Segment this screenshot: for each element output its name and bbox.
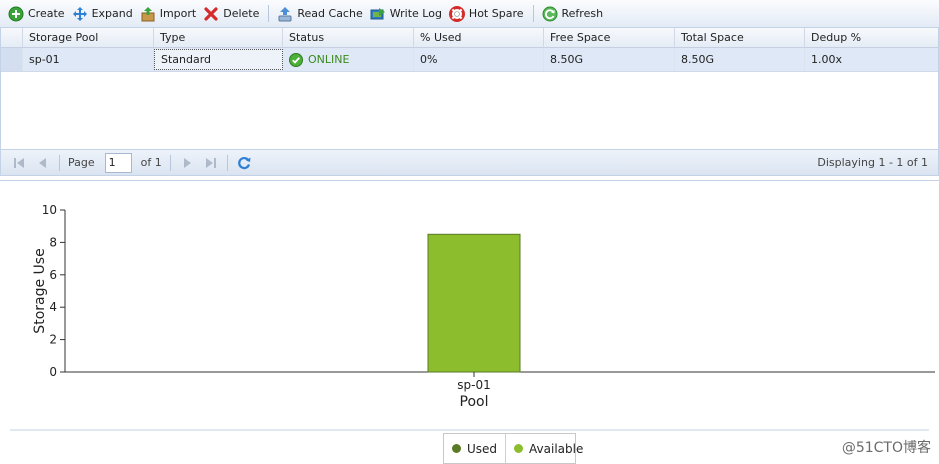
y-tick-label: 2: [49, 333, 57, 347]
page-count-label: of 1: [140, 156, 162, 169]
row-selector-header: [1, 28, 23, 47]
refresh-icon: [542, 6, 557, 21]
table-row[interactable]: sp-01 Standard ONLINE 0% 8.50G 8.50G 1.0…: [1, 48, 938, 72]
previous-page-icon[interactable]: [35, 155, 51, 171]
cell-status: ONLINE: [283, 48, 414, 71]
refresh-button[interactable]: Refresh: [540, 3, 609, 25]
row-selector[interactable]: [1, 48, 23, 71]
first-page-icon[interactable]: [11, 155, 27, 171]
y-axis-title: Storage Use: [32, 248, 48, 333]
pager-separator: [169, 154, 171, 171]
next-page-icon[interactable]: [179, 155, 195, 171]
delete-x-icon: [204, 6, 218, 21]
paging-display-text: Displaying 1 - 1 of 1: [817, 156, 928, 169]
import-label: Import: [159, 7, 197, 20]
import-button[interactable]: Import: [138, 3, 202, 25]
page-number-input[interactable]: [104, 152, 132, 173]
legend-item-available[interactable]: Available: [506, 434, 591, 463]
delete-label: Delete: [223, 7, 260, 20]
legend-dot-available: [514, 444, 524, 453]
watermark: @51CTO博客: [841, 440, 931, 456]
write-log-label: Write Log: [389, 7, 442, 20]
column-header-total-space[interactable]: Total Space: [675, 28, 805, 47]
add-circle-icon: [8, 6, 24, 21]
cell-dedup: 1.00x: [811, 53, 843, 66]
bar-available: [427, 233, 521, 373]
y-tick-label: 6: [49, 268, 57, 282]
y-tick-label: 0: [49, 365, 57, 379]
x-tick-label: sp-01: [457, 378, 490, 392]
expand-icon: [72, 6, 87, 21]
online-check-icon: [289, 52, 303, 67]
cell-type-editor[interactable]: Standard: [154, 49, 283, 70]
cell-used: 0%: [414, 48, 544, 71]
paging-toolbar: Page of 1 Displaying 1 - 1 of 1: [0, 149, 939, 176]
legend-item-used[interactable]: Used: [444, 434, 507, 463]
x-axis-title: Pool: [460, 394, 489, 410]
toolbar: Create Expand Import Delete Read Cache W…: [0, 0, 939, 28]
column-header-free-space[interactable]: Free Space: [544, 28, 675, 47]
cell-free-space: 8.50G: [544, 48, 675, 71]
storage-pool-grid: Storage Pool Type Status % Used Free Spa…: [0, 28, 939, 149]
pager-separator: [226, 154, 228, 171]
toolbar-separator: [268, 5, 270, 22]
legend-dot-used: [452, 444, 461, 453]
last-page-icon[interactable]: [203, 155, 219, 171]
expand-button[interactable]: Expand: [70, 3, 138, 25]
page-label: Page: [68, 156, 95, 169]
hot-spare-label: Hot Spare: [468, 7, 524, 20]
create-button[interactable]: Create: [6, 3, 70, 25]
column-header-used[interactable]: % Used: [414, 28, 544, 47]
pager-refresh-icon[interactable]: [236, 155, 252, 171]
chart-legend: Used Available: [443, 433, 583, 464]
column-header-type[interactable]: Type: [154, 28, 283, 47]
cell-total-space: 8.50G: [675, 48, 805, 71]
storage-chart: 0 2 4 6 8 10 Storage Use sp-01 Pool: [10, 203, 935, 431]
refresh-label: Refresh: [561, 7, 604, 20]
create-label: Create: [28, 7, 65, 20]
expand-label: Expand: [91, 7, 133, 20]
pager-separator: [59, 154, 60, 171]
y-tick-label: 8: [49, 235, 57, 249]
column-header-storage-pool[interactable]: Storage Pool: [23, 28, 154, 47]
status-text: ONLINE: [308, 53, 350, 66]
cell-storage-pool: sp-01: [23, 48, 154, 71]
column-header-dedup[interactable]: Dedup %: [805, 28, 938, 47]
hot-spare-button[interactable]: Hot Spare: [447, 3, 529, 25]
legend-label-used: Used: [467, 441, 498, 456]
legend-label-available: Available: [529, 441, 584, 456]
import-box-icon: [141, 6, 155, 21]
toolbar-separator: [532, 5, 534, 22]
y-tick-label: 10: [42, 203, 57, 217]
y-tick-label: 4: [49, 300, 57, 314]
read-cache-label: Read Cache: [297, 7, 363, 20]
write-log-button[interactable]: Write Log: [368, 3, 447, 25]
column-header-status[interactable]: Status: [283, 28, 414, 47]
grid-header: Storage Pool Type Status % Used Free Spa…: [1, 28, 938, 48]
read-cache-icon: [278, 6, 292, 21]
write-log-icon: [370, 7, 385, 19]
delete-button[interactable]: Delete: [201, 3, 264, 25]
read-cache-button[interactable]: Read Cache: [275, 3, 367, 25]
lifebuoy-icon: [448, 5, 465, 22]
